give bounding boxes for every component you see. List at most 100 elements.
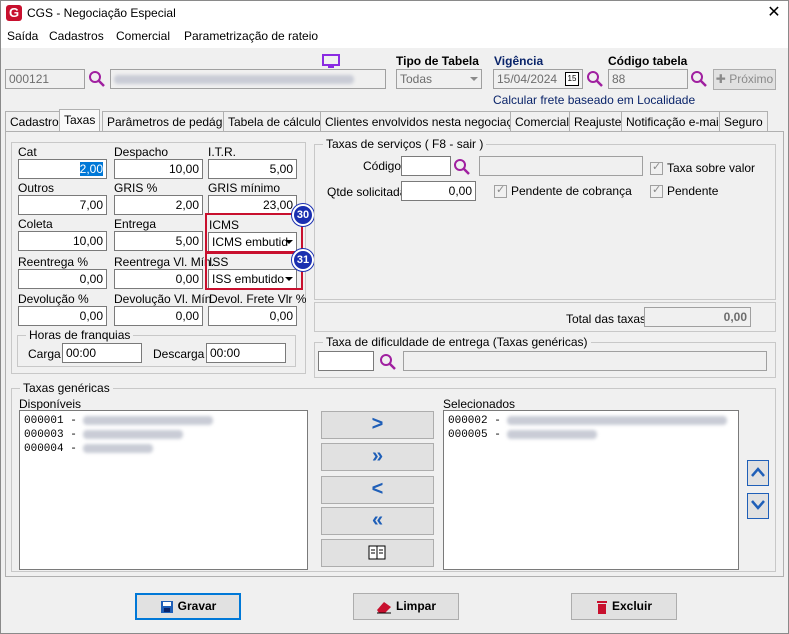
gris-min-field[interactable]: 23,00 <box>208 195 297 215</box>
move-all-left-button[interactable]: « <box>321 507 434 535</box>
descarga-field[interactable]: 00:00 <box>206 343 286 363</box>
cat-label: Cat <box>18 145 37 159</box>
pendente-cobranca-label: Pendente de cobrança <box>511 184 632 198</box>
book-icon <box>368 545 385 560</box>
dificuldade-title: Taxa de dificuldade de entrega (Taxas ge… <box>323 335 591 349</box>
qtde-label: Qtde solicitada <box>327 185 407 199</box>
codigo-label: Código <box>363 159 402 173</box>
gris-pct-field[interactable]: 2,00 <box>114 195 203 215</box>
list-item[interactable]: 000004 - <box>24 443 154 455</box>
codigo-tabela-label: Código tabela <box>608 54 688 68</box>
search-icon[interactable] <box>88 70 106 88</box>
move-right-button[interactable]: > <box>321 411 434 439</box>
qtde-field[interactable]: 0,00 <box>401 181 476 201</box>
taxa-sobre-valor-checkbox[interactable] <box>650 160 663 175</box>
total-taxas-label: Total das taxas <box>566 312 647 326</box>
pendente-cobranca-checkbox[interactable] <box>494 183 507 198</box>
outros-field[interactable]: 7,00 <box>18 195 107 215</box>
despacho-field[interactable]: 10,00 <box>114 159 203 179</box>
monitor-icon[interactable] <box>322 54 340 69</box>
genericas-title: Taxas genéricas <box>20 381 113 395</box>
calendar-icon[interactable]: 15 <box>565 72 579 86</box>
menu-bar: Saída Cadastros Comercial Parametrização… <box>1 26 788 68</box>
tipo-tabela-label: Tipo de Tabela <box>396 54 479 68</box>
vigencia-label: Vigência <box>494 54 544 68</box>
pendente-label: Pendente <box>667 184 719 198</box>
title-bar: G CGS - Negociação Especial ✕ <box>1 1 788 26</box>
entrega-field[interactable]: 5,00 <box>114 231 203 251</box>
tab-tabela-calculo[interactable]: Tabela de cálculo <box>223 111 326 131</box>
dificuldade-code-field[interactable] <box>318 351 374 371</box>
menu-saida[interactable]: Saída <box>7 29 38 43</box>
plus-icon: ✚ <box>715 72 730 86</box>
cat-field[interactable]: 2,00 <box>18 159 107 179</box>
tab-comercial[interactable]: Comercial <box>510 111 575 131</box>
excluir-button[interactable]: Excluir <box>571 593 677 620</box>
tab-clientes-envolvidos[interactable]: Clientes envolvidos nesta negociação <box>320 111 531 131</box>
devolucao-pct-label: Devolução % <box>18 292 89 306</box>
carga-field[interactable]: 00:00 <box>62 343 142 363</box>
tab-seguro[interactable]: Seguro <box>719 111 768 131</box>
tab-reajuste[interactable]: Reajuste <box>569 111 627 131</box>
close-icon[interactable]: ✕ <box>763 3 785 23</box>
codigo-tabela-field[interactable]: 88 <box>608 69 688 89</box>
reentrega-min-field[interactable]: 0,00 <box>114 269 203 289</box>
tab-cadastro[interactable]: Cadastro <box>5 111 64 131</box>
devolucao-min-field[interactable]: 0,00 <box>114 306 203 326</box>
franquias-title: Horas de franquias <box>26 328 134 342</box>
main-window: G CGS - Negociação Especial ✕ Saída Cada… <box>0 0 789 634</box>
devolucao-min-label: Devolução Vl. Mín. <box>114 292 215 306</box>
gris-pct-label: GRIS % <box>114 181 158 195</box>
gris-min-label: GRIS mínimo <box>208 181 281 195</box>
entrega-label: Entrega <box>114 217 157 231</box>
callout-badge-30: 30 <box>292 204 314 226</box>
proximo-button[interactable]: ✚ Próximo <box>713 69 776 90</box>
list-item[interactable]: 000002 - <box>448 415 728 427</box>
menu-comercial[interactable]: Comercial <box>116 29 170 43</box>
list-item[interactable]: 000001 - <box>24 415 214 427</box>
move-left-button[interactable]: < <box>321 476 434 504</box>
move-down-button[interactable] <box>747 493 769 519</box>
limpar-button[interactable]: Limpar <box>353 593 459 620</box>
list-item[interactable]: 000005 - <box>448 429 598 441</box>
calcular-frete-link[interactable]: Calcular frete baseado em Localidade <box>493 93 695 107</box>
eraser-icon <box>376 601 391 614</box>
coleta-field[interactable]: 10,00 <box>18 231 107 251</box>
negociacao-name-field[interactable] <box>110 69 386 89</box>
devolucao-pct-field[interactable]: 0,00 <box>18 306 107 326</box>
selecionados-list[interactable]: 000002 - 000005 - <box>443 410 739 570</box>
move-all-right-button[interactable]: » <box>321 443 434 471</box>
callout-badge-31: 31 <box>292 249 314 271</box>
search-icon[interactable] <box>586 70 604 88</box>
codigo-servico-field[interactable] <box>401 156 451 176</box>
search-icon[interactable] <box>453 158 471 176</box>
itr-field[interactable]: 5,00 <box>208 159 297 179</box>
devol-frete-label: Devol. Frete Vlr % <box>209 292 307 306</box>
tab-parametros-pedagio[interactable]: Parâmetros de pedágio <box>102 111 237 131</box>
search-icon[interactable] <box>379 353 397 371</box>
reentrega-min-label: Reentrega Vl. Mín. <box>114 255 215 269</box>
tab-taxas[interactable]: Taxas <box>59 109 101 131</box>
devol-frete-field[interactable]: 0,00 <box>208 306 297 326</box>
total-taxas-field: 0,00 <box>644 307 751 327</box>
app-logo-icon: G <box>6 5 22 21</box>
outros-label: Outros <box>18 181 55 195</box>
negociacao-code-field[interactable]: 000121 <box>5 69 85 89</box>
book-button[interactable] <box>321 539 434 567</box>
servicos-title: Taxas de serviços ( F8 - sair ) <box>323 137 487 151</box>
chevron-down-icon <box>470 77 478 81</box>
move-up-button[interactable] <box>747 460 769 486</box>
gravar-button[interactable]: Gravar <box>135 593 241 620</box>
tipo-tabela-select[interactable]: Todas <box>396 69 482 89</box>
list-item[interactable]: 000003 - <box>24 429 184 441</box>
menu-parametrizacao-rateio[interactable]: Parametrização de rateio <box>184 29 318 43</box>
search-icon[interactable] <box>690 70 708 88</box>
pendente-checkbox[interactable] <box>650 183 663 198</box>
chevron-down-icon <box>751 500 765 510</box>
menu-cadastros[interactable]: Cadastros <box>49 29 104 43</box>
itr-label: I.T.R. <box>208 145 237 159</box>
servico-descricao-field <box>479 156 643 176</box>
reentrega-pct-field[interactable]: 0,00 <box>18 269 107 289</box>
disponiveis-list[interactable]: 000001 - 000003 - 000004 - <box>19 410 308 570</box>
tab-notificacao-email[interactable]: Notificação e-mail <box>621 111 727 131</box>
